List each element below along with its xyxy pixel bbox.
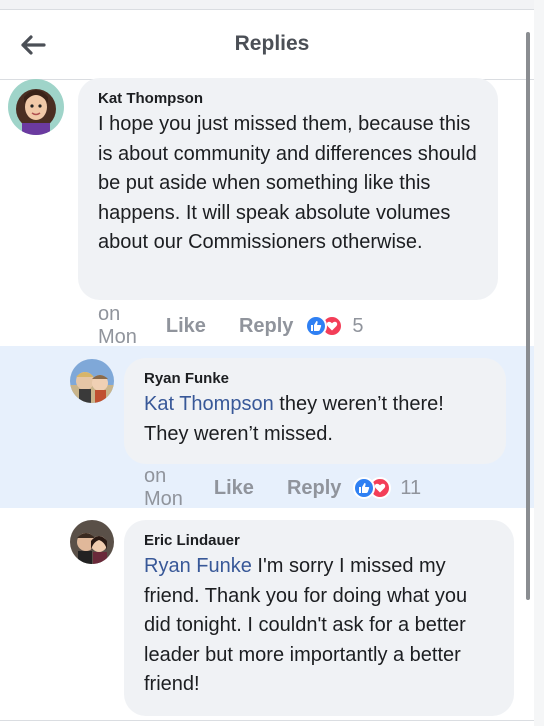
avatar[interactable] (70, 359, 114, 403)
comment-bubble: Ryan Funke Kat Thompson they weren’t the… (124, 358, 506, 464)
page-title: Replies (234, 32, 310, 55)
avatar[interactable] (8, 79, 64, 135)
comment-author[interactable]: Ryan Funke (144, 370, 486, 388)
replies-header: Replies (0, 10, 544, 80)
like-button[interactable]: Like (214, 477, 254, 500)
comment-time[interactable]: on Mon (144, 465, 183, 511)
comment-text: I hope you just missed them, because thi… (98, 113, 477, 253)
mention-link[interactable]: Ryan Funke (144, 555, 252, 577)
reply-button[interactable]: Reply (287, 477, 341, 500)
avatar[interactable] (70, 520, 114, 564)
reply-button[interactable]: Reply (239, 315, 293, 338)
scrollbar[interactable] (526, 32, 530, 600)
comment-author[interactable]: Kat Thompson (98, 90, 478, 108)
reaction-count[interactable]: 5 (352, 315, 363, 338)
divider (0, 720, 534, 721)
like-button[interactable]: Like (166, 315, 206, 338)
comment-meta: on Mon Like Reply 5 (98, 303, 364, 348)
reaction-icons[interactable] (305, 315, 344, 337)
comment-bubble: Eric Lindauer Ryan Funke I'm sorry I mis… (124, 520, 514, 716)
comment-bubble: Kat Thompson I hope you just missed them… (78, 78, 498, 300)
comment-text: Kat Thompson they weren’t there! They we… (144, 390, 486, 449)
comment-time[interactable]: on Mon (98, 303, 137, 349)
reaction-count[interactable]: 11 (400, 477, 421, 500)
reaction-icons[interactable] (353, 477, 392, 499)
right-edge (534, 0, 544, 726)
comment-meta: on Mon Like Reply 11 (144, 465, 421, 510)
comment-text: Ryan Funke I'm sorry I missed my friend.… (144, 552, 494, 700)
top-strip (0, 0, 544, 10)
comment-author[interactable]: Eric Lindauer (144, 532, 494, 550)
mention-link[interactable]: Kat Thompson (144, 393, 274, 415)
